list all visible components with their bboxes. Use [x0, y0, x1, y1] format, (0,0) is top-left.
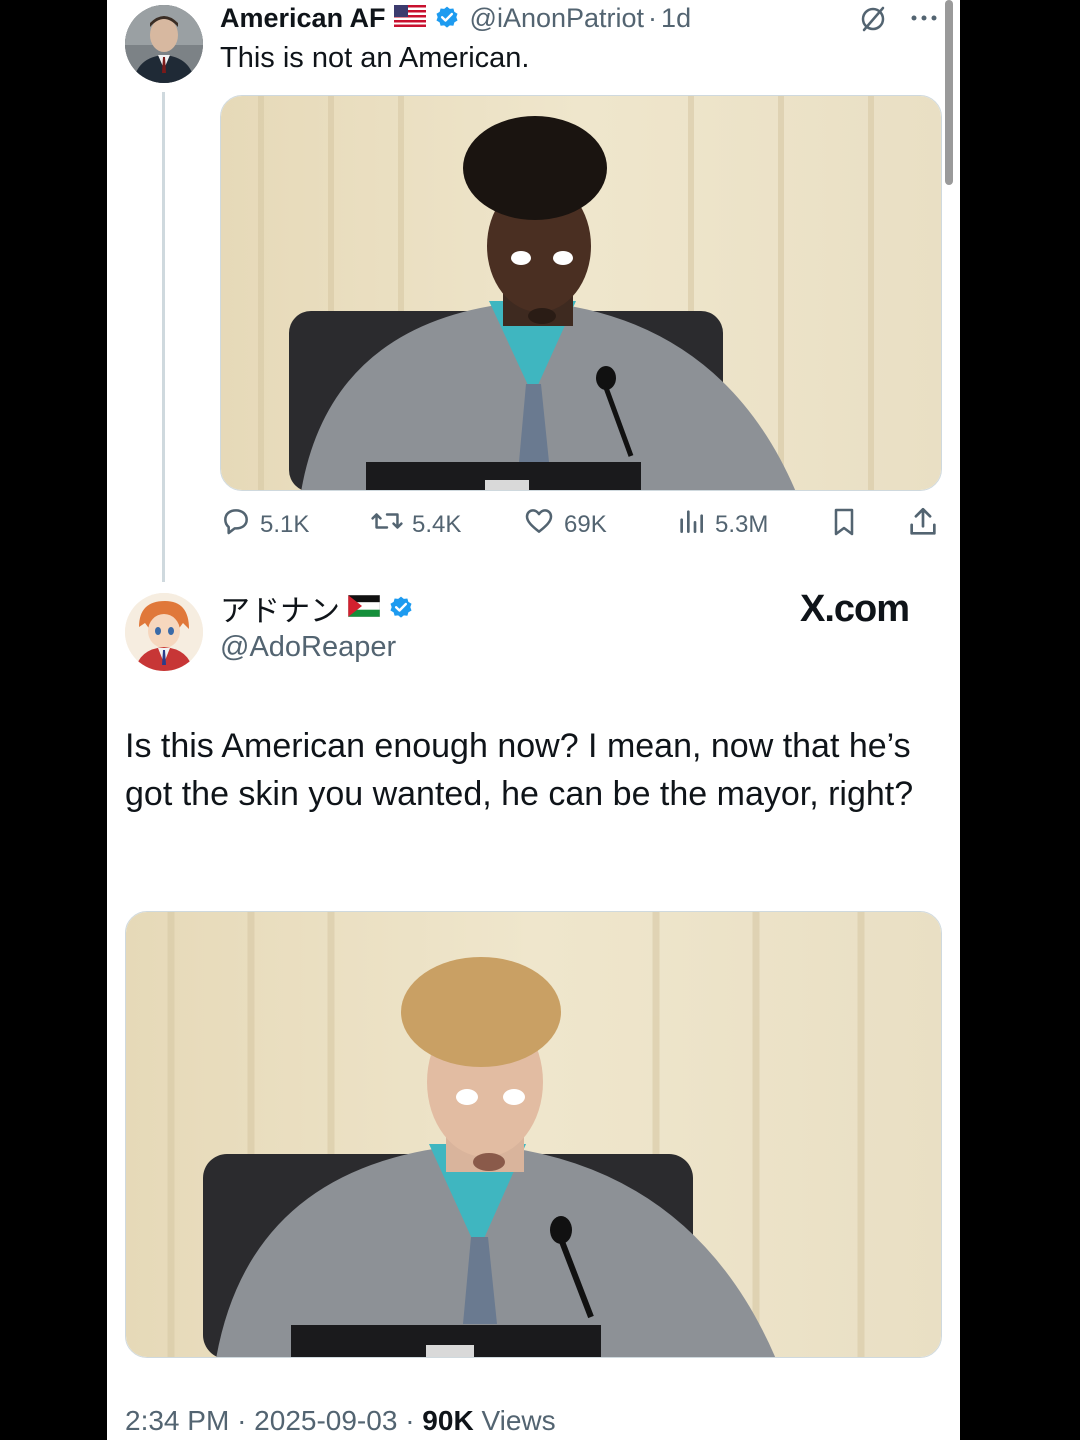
- bookmark-icon: [828, 505, 868, 546]
- quoted-handle[interactable]: @iAnonPatriot: [470, 3, 645, 34]
- views-button[interactable]: 5.3M: [675, 505, 768, 544]
- reply-count: 5.1K: [260, 510, 310, 538]
- reply-tweet-text: Is this American enough now? I mean, now…: [125, 727, 914, 813]
- repost-count: 5.4K: [412, 510, 462, 538]
- timestamp[interactable]: 2:34 PM: [125, 1405, 229, 1436]
- separator-dot: ·: [405, 1405, 415, 1436]
- reply-icon: [220, 505, 260, 544]
- separator-dot: ·: [237, 1405, 247, 1436]
- x-com-watermark: X.com: [800, 588, 910, 630]
- grok-icon[interactable]: [858, 4, 888, 34]
- palestine-flag-icon: [347, 594, 381, 622]
- like-count: 69K: [564, 510, 607, 538]
- reply-button[interactable]: 5.1K: [220, 505, 309, 544]
- reply-handle[interactable]: @AdoReaper: [220, 631, 396, 664]
- avatar-adoreaper[interactable]: [125, 593, 203, 671]
- views-count: 90K: [422, 1405, 474, 1436]
- quoted-time[interactable]: 1d: [661, 3, 691, 34]
- share-button[interactable]: [906, 505, 948, 546]
- quoted-display-name[interactable]: American AF: [220, 3, 386, 34]
- avatar-american-af[interactable]: [125, 5, 203, 83]
- more-options-icon[interactable]: [908, 8, 940, 28]
- repost-icon: [370, 505, 412, 544]
- verified-badge-icon: [434, 5, 460, 31]
- quoted-tweet-header: American AF @iAnonPatriot · 1d: [220, 2, 691, 34]
- thread-connector-line: [162, 92, 165, 582]
- post-date[interactable]: 2025-09-03: [254, 1405, 397, 1436]
- scrollbar[interactable]: [945, 0, 953, 185]
- quoted-tweet-image[interactable]: [220, 95, 942, 491]
- verified-badge-icon: [388, 595, 414, 621]
- reply-tweet-meta: 2:34 PM · 2025-09-03 · 90K Views: [125, 1405, 556, 1437]
- heart-icon: [522, 505, 564, 544]
- analytics-icon: [675, 505, 715, 544]
- quoted-tweet-action-bar: 5.1K 5.4K 69K 5.3M: [220, 505, 945, 547]
- views-count: 5.3M: [715, 510, 769, 538]
- share-icon: [906, 505, 948, 546]
- us-flag-icon: [393, 4, 426, 32]
- reply-tweet-image[interactable]: [125, 911, 942, 1358]
- bookmark-button[interactable]: [828, 505, 868, 546]
- reply-display-name[interactable]: アドナン: [220, 586, 340, 630]
- views-label: Views: [481, 1405, 556, 1436]
- separator-dot: ·: [648, 2, 658, 33]
- quoted-tweet-text: This is not an American.: [220, 42, 530, 74]
- like-button[interactable]: 69K: [522, 505, 607, 544]
- repost-button[interactable]: 5.4K: [370, 505, 461, 544]
- reply-tweet-header: アドナン: [220, 590, 414, 628]
